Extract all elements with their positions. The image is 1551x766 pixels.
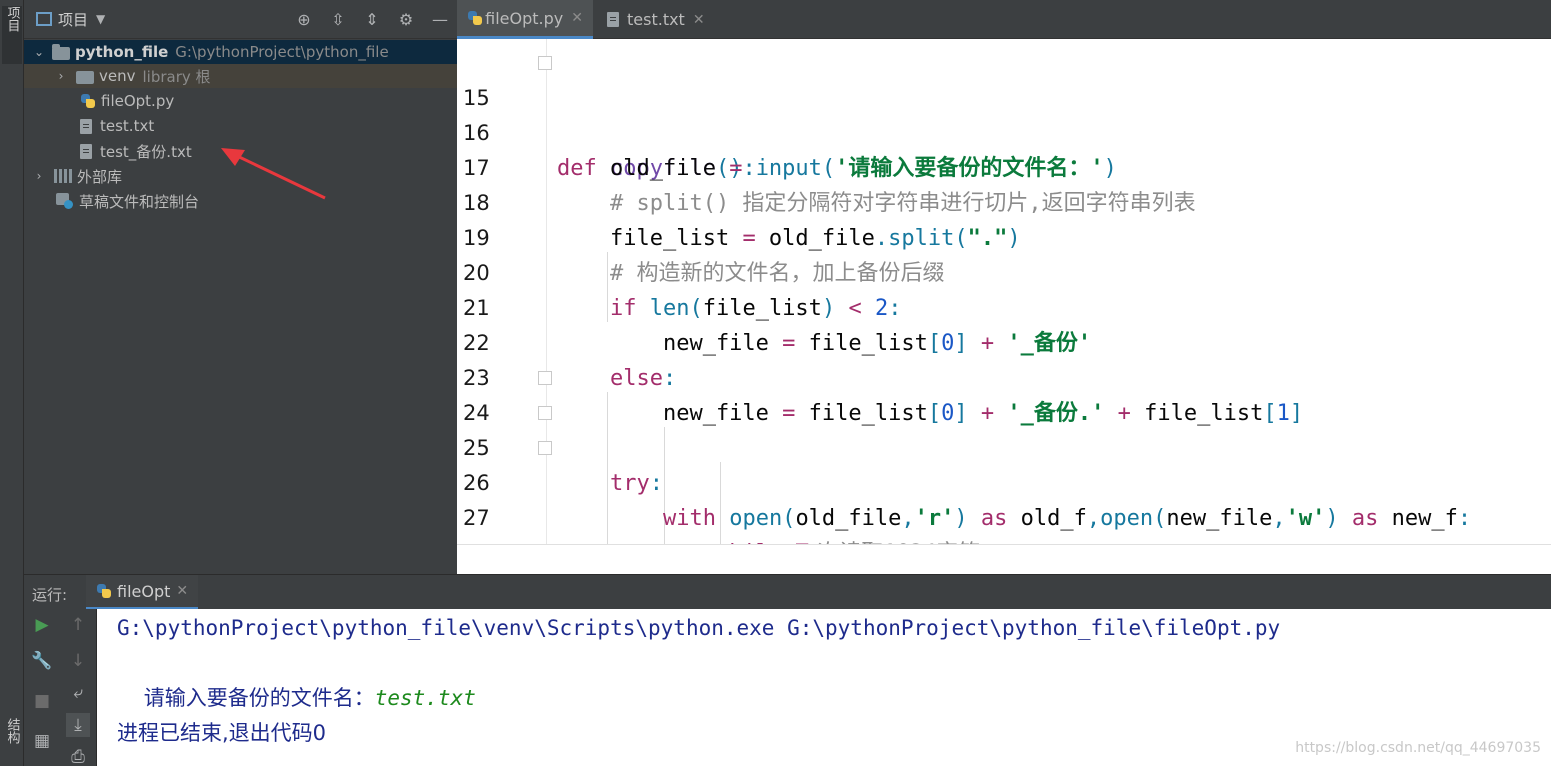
project-panel-header: 项目 ▼ ⊕ ⇳ ⇕ ⚙ — bbox=[24, 0, 457, 39]
project-view-icon bbox=[36, 12, 52, 26]
soft-wrap-icon[interactable]: ⤶ bbox=[66, 681, 90, 705]
console-user-input: test.txt bbox=[374, 686, 476, 710]
print-icon[interactable]: ⎙ bbox=[66, 745, 90, 766]
scroll-to-end-icon[interactable]: ⤓ bbox=[66, 713, 90, 737]
fold-marker-icon[interactable] bbox=[538, 371, 552, 385]
tree-item-label: fileOpt.py bbox=[101, 92, 175, 110]
console-exit-line: 进程已结束,退出代码0 bbox=[117, 721, 327, 745]
tab-fileopt[interactable]: fileOpt.py ✕ bbox=[457, 0, 593, 39]
tree-item-fileopt[interactable]: fileOpt.py bbox=[24, 89, 457, 113]
watermark: https://blog.csdn.net/qq_44697035 bbox=[1295, 740, 1541, 756]
code-line: 19 # 构造新的文件名，加上备份后缀 bbox=[457, 186, 1551, 286]
code-line: 27 # 一次读取1024字符 bbox=[457, 466, 1551, 566]
code-line: 25 with open(old_file,'r') as old_f,open… bbox=[457, 396, 1551, 531]
python-file-icon bbox=[467, 10, 483, 26]
code-line: 26 while True: bbox=[457, 431, 1551, 566]
arrow-up-icon[interactable]: ↑ bbox=[66, 613, 90, 637]
chevron-right-icon[interactable]: › bbox=[54, 69, 68, 83]
gear-icon[interactable]: ⚙ bbox=[395, 9, 417, 31]
expand-all-icon[interactable]: ⇳ bbox=[327, 9, 349, 31]
code-line: 17 # split() 指定分隔符对字符串进行切片,返回字符串列表 bbox=[457, 116, 1551, 216]
chevron-right-icon[interactable]: › bbox=[32, 169, 46, 183]
tab-label: fileOpt.py bbox=[485, 8, 564, 28]
scratch-icon bbox=[56, 193, 74, 209]
text-file-icon bbox=[607, 12, 619, 27]
tree-item-venv[interactable]: › venv library 根 bbox=[24, 64, 457, 88]
close-icon[interactable]: ✕ bbox=[176, 583, 188, 599]
editor-tab-bar: fileOpt.py ✕ test.txt ✕ bbox=[457, 0, 1551, 39]
code-line: 22 else: bbox=[457, 291, 1551, 391]
structure-tool-tab-label: 结构 bbox=[4, 718, 20, 744]
python-file-icon bbox=[80, 93, 96, 109]
code-line: 15 def copyfile(): bbox=[457, 46, 1551, 181]
tree-item-label: test_备份.txt bbox=[100, 142, 192, 161]
rerun-icon[interactable]: ▶ bbox=[30, 613, 54, 637]
code-line: 21 new_file = file_list[0] + '_备份' bbox=[457, 256, 1551, 356]
code-line: 18 file_list = old_file.split(".") bbox=[457, 151, 1551, 251]
annotation-arrow-icon bbox=[221, 148, 326, 200]
run-console[interactable]: G:\pythonProject\python_file\venv\Script… bbox=[97, 609, 1551, 766]
python-file-icon bbox=[96, 583, 112, 599]
fold-marker-icon[interactable] bbox=[538, 406, 552, 420]
tree-item-root[interactable]: ⌄ python_file G:\pythonProject\python_fi… bbox=[24, 40, 457, 64]
text-file-icon bbox=[80, 143, 92, 159]
library-icon bbox=[54, 169, 72, 183]
wrench-icon[interactable]: 🔧 bbox=[30, 649, 54, 673]
tree-item-label: test.txt bbox=[100, 117, 155, 135]
folder-icon bbox=[52, 43, 70, 60]
close-icon[interactable]: ✕ bbox=[693, 12, 705, 28]
text-file-icon bbox=[80, 118, 92, 134]
run-label: 运行: bbox=[32, 586, 68, 604]
chevron-down-icon[interactable]: ⌄ bbox=[32, 45, 46, 59]
fold-marker-icon[interactable] bbox=[538, 56, 552, 70]
code-editor[interactable]: 15 def copyfile(): 16 old_file = input('… bbox=[457, 39, 1551, 574]
code-line: 16 old_file = input('请输入要备份的文件名：') bbox=[457, 81, 1551, 181]
run-tab-fileopt[interactable]: fileOpt ✕ bbox=[86, 575, 199, 610]
run-tab-label: fileOpt bbox=[117, 581, 171, 601]
run-toolbar: ▶ ↑ 🔧 ↓ ■ ⤶ ⤓ ▦ ⎙ bbox=[24, 609, 97, 766]
tree-item-tag: library 根 bbox=[142, 67, 211, 86]
minimize-icon[interactable]: — bbox=[429, 9, 451, 31]
code-line: 20 if len(file_list) < 2: bbox=[457, 221, 1551, 321]
tab-label: test.txt bbox=[627, 10, 685, 29]
close-icon[interactable]: ✕ bbox=[571, 10, 583, 26]
layout-icon[interactable]: ▦ bbox=[30, 729, 54, 753]
project-view-selector[interactable]: 项目 bbox=[58, 9, 88, 30]
console-input-line: 请输入要备份的文件名：test.txt bbox=[117, 646, 476, 710]
tree-item-path: G:\pythonProject\python_file bbox=[175, 43, 389, 61]
arrow-down-icon[interactable]: ↓ bbox=[66, 649, 90, 673]
editor-breadcrumb-bar bbox=[457, 544, 1551, 574]
project-tool-tab[interactable]: 项目 bbox=[2, 6, 22, 64]
left-tool-stripe: 项目 结构 bbox=[0, 0, 24, 766]
tree-item-label: 草稿文件和控制台 bbox=[79, 192, 200, 211]
code-line: 28 content=old_f.read(1024) bbox=[457, 501, 1551, 565]
fold-marker-icon[interactable] bbox=[538, 441, 552, 455]
tree-item-label: python_file bbox=[75, 43, 169, 61]
tree-item-label: 外部库 bbox=[77, 167, 123, 186]
project-tool-tab-label: 项目 bbox=[4, 6, 20, 32]
project-panel: 项目 ▼ ⊕ ⇳ ⇕ ⚙ — ⌄ python_file G:\pythonPr… bbox=[24, 0, 457, 574]
tree-item-label: venv bbox=[99, 67, 136, 85]
console-command-line: G:\pythonProject\python_file\venv\Script… bbox=[117, 616, 1281, 640]
run-panel-header: 运行: fileOpt ✕ bbox=[24, 574, 1551, 610]
tab-test-txt[interactable]: test.txt ✕ bbox=[597, 0, 717, 39]
chevron-down-icon[interactable]: ▼ bbox=[96, 12, 105, 26]
folder-icon bbox=[76, 70, 94, 84]
code-line: 23 new_file = file_list[0] + '_备份.' + fi… bbox=[457, 326, 1551, 426]
code-line: 24 try: bbox=[457, 361, 1551, 496]
structure-tool-tab[interactable]: 结构 bbox=[2, 718, 22, 766]
locate-icon[interactable]: ⊕ bbox=[293, 9, 315, 31]
stop-icon[interactable]: ■ bbox=[30, 689, 54, 713]
collapse-all-icon[interactable]: ⇕ bbox=[361, 9, 383, 31]
console-prompt: 请输入要备份的文件名： bbox=[143, 686, 375, 710]
tree-item-test-txt[interactable]: test.txt bbox=[24, 114, 457, 138]
